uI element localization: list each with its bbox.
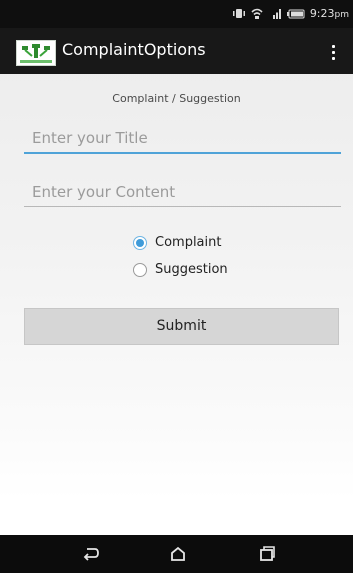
status-time: 9:23pm bbox=[310, 7, 349, 20]
status-bar: 9:23pm bbox=[0, 0, 353, 28]
content-input[interactable] bbox=[24, 177, 341, 207]
back-icon[interactable] bbox=[81, 545, 101, 563]
signal-icon bbox=[272, 9, 281, 19]
app-title: ComplaintOptions bbox=[62, 40, 206, 59]
radio-label-complaint: Complaint bbox=[155, 235, 222, 250]
status-time-value: 9:23 bbox=[309, 7, 335, 20]
home-icon[interactable] bbox=[168, 545, 188, 563]
status-time-suffix: pm bbox=[334, 10, 349, 20]
radio-complaint[interactable]: Complaint bbox=[133, 235, 221, 250]
navigation-bar bbox=[0, 535, 353, 573]
radio-suggestion[interactable]: Suggestion bbox=[133, 262, 228, 277]
phone-screen: 9:23pm ComplaintOptions Complaint / Sugg… bbox=[0, 0, 353, 573]
menu-dot bbox=[331, 56, 335, 60]
logo-graphic bbox=[17, 41, 55, 65]
menu-dot bbox=[331, 44, 335, 48]
menu-dot bbox=[331, 50, 335, 54]
battery-icon bbox=[286, 9, 305, 18]
vibrate-icon bbox=[232, 9, 245, 18]
radio-label-suggestion: Suggestion bbox=[155, 262, 228, 277]
submit-button[interactable]: Submit bbox=[24, 308, 339, 345]
recents-icon[interactable] bbox=[257, 545, 277, 563]
wifi-icon bbox=[251, 8, 263, 19]
action-bar: ComplaintOptions bbox=[0, 28, 353, 74]
title-input[interactable] bbox=[24, 124, 341, 154]
app-logo-icon bbox=[16, 40, 56, 66]
form-heading: Complaint / Suggestion bbox=[112, 92, 241, 105]
status-icons: 9:23pm bbox=[232, 7, 349, 20]
radio-unchecked-icon[interactable] bbox=[133, 262, 147, 277]
radio-checked-icon[interactable] bbox=[133, 235, 147, 250]
overflow-menu-icon[interactable] bbox=[323, 40, 343, 64]
